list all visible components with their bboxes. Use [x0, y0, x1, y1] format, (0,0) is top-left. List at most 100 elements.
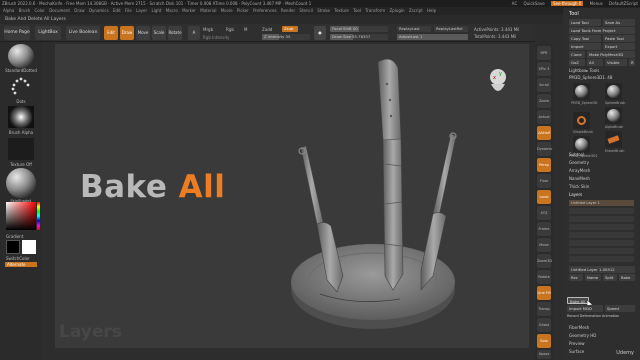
move-button[interactable]: Move [136, 26, 150, 40]
solo-button[interactable]: Solo [537, 334, 551, 348]
layer-name-button[interactable]: Name [585, 274, 601, 281]
menu-zscript[interactable]: Zscript [409, 8, 423, 13]
menu-tool[interactable]: Tool [353, 8, 361, 13]
save-as-button[interactable]: Save As [603, 19, 635, 26]
move-view-button[interactable]: Move [537, 238, 551, 252]
texture-preview-icon[interactable] [8, 138, 34, 160]
record-deformation-button[interactable]: Record Deformation Animation [567, 314, 619, 318]
scale-button[interactable]: Scale [152, 26, 166, 40]
frame-button[interactable]: Frame [537, 222, 551, 236]
menu-stencil[interactable]: Stencil [299, 8, 313, 13]
default-zscript-button[interactable]: DefaultZScript [609, 1, 638, 6]
menu-draw[interactable]: Draw [74, 8, 84, 13]
rgb-button[interactable]: Rgb [226, 27, 234, 32]
layer-rec-button[interactable]: Rec [569, 274, 583, 281]
alternate-button[interactable]: Alternate [5, 262, 37, 267]
live-boolean-button[interactable]: Live Boolean [66, 26, 100, 40]
nanomesh-section[interactable]: NanoMesh [569, 176, 590, 181]
menu-movie[interactable]: Movie [221, 8, 233, 13]
zoom3d-button[interactable]: Zoom3D [537, 254, 552, 268]
scroll-button[interactable]: Scroll [537, 78, 551, 92]
focal-shift-slider[interactable]: Focal Shift 00 [330, 26, 388, 32]
paste-tool-button[interactable]: Paste Tool [603, 35, 635, 42]
menu-layer[interactable]: Layer [136, 8, 147, 13]
zoom-button[interactable]: Zoom [537, 94, 551, 108]
layer-bake-button[interactable]: Bake [619, 274, 635, 281]
rotate-button[interactable]: Rotate [168, 26, 182, 40]
goz-button[interactable]: GoZ [569, 59, 585, 66]
replay-last-rel-button[interactable]: ReplayLastRel [434, 26, 468, 32]
fibermesh-section[interactable]: FiberMesh [569, 325, 589, 330]
r-button[interactable]: R [629, 59, 635, 66]
preview-section[interactable]: Preview [569, 341, 585, 346]
canvas-viewport[interactable]: x y Bake All Layers [55, 44, 529, 348]
rgb-intensity-slider[interactable]: Rgb Intensity [203, 35, 230, 40]
make-polymesh3d-button[interactable]: Make PolyMesh3D [587, 51, 635, 58]
menu-document[interactable]: Document [49, 8, 70, 13]
speed-slider[interactable]: Speed [605, 305, 635, 312]
menu-brush[interactable]: Brush [19, 8, 31, 13]
ac-button[interactable]: AC [512, 1, 517, 6]
surface-section[interactable]: Surface [569, 349, 584, 354]
thick-skin-section[interactable]: Thick Skin [569, 184, 589, 189]
layer-row[interactable] [569, 208, 634, 214]
main-color-swatch[interactable] [22, 240, 36, 254]
clone-button[interactable]: Clone [569, 51, 585, 58]
import-button[interactable]: Import [569, 43, 601, 50]
adjust-last-slider[interactable]: AdjustLast 1 [397, 34, 468, 40]
menu-color[interactable]: Color [34, 8, 44, 13]
tool-thumb-sphere3d[interactable] [573, 83, 590, 100]
bpr-button[interactable]: BPR [537, 46, 551, 60]
m-button[interactable]: M [244, 27, 247, 32]
all-button[interactable]: All [587, 59, 603, 66]
rotate-view-button[interactable]: Rotate [537, 270, 551, 284]
layer-row[interactable] [569, 224, 634, 230]
zsub-button[interactable]: Zsub [282, 26, 298, 32]
color-picker[interactable] [6, 202, 40, 230]
transp-button[interactable]: Transp [537, 302, 551, 316]
persp-button[interactable]: Persp [537, 158, 551, 172]
tool-thumb-eraserbrush[interactable] [605, 131, 622, 148]
menu-preferences[interactable]: Preferences [253, 8, 277, 13]
xpose-button[interactable]: Xpose [537, 350, 551, 359]
layer-row[interactable] [569, 232, 634, 238]
draw-size-slider[interactable]: Draw Size 55.76337 [330, 34, 388, 40]
load-tools-from-project-button[interactable]: Load Tools From Project [569, 27, 635, 34]
menu-transform[interactable]: Transform [365, 8, 385, 13]
mrgb-button[interactable]: Mrgb [203, 27, 213, 32]
quicksave-button[interactable]: QuickSave [524, 1, 545, 6]
see-through-slider[interactable]: See-through 0 [550, 1, 584, 6]
menu-marker[interactable]: Marker [182, 8, 196, 13]
xyz-button[interactable]: XYZ [537, 206, 551, 220]
subtool-section[interactable]: Subtool [569, 152, 584, 157]
zadd-button[interactable]: Zadd [262, 27, 272, 32]
menu-file[interactable]: File [125, 8, 132, 13]
line-fill-button[interactable]: Line Fill [537, 286, 551, 300]
lightbox-button[interactable]: LightBox [35, 26, 61, 40]
export-button[interactable]: Export [603, 43, 635, 50]
layer-row[interactable] [569, 216, 634, 222]
layer-row-selected[interactable]: Untitled Layer 1 [569, 200, 634, 206]
menu-alpha[interactable]: Alpha [3, 8, 14, 13]
layer-row[interactable] [569, 248, 634, 254]
navigation-head-icon[interactable]: x y [487, 68, 509, 98]
brush-preview-icon[interactable] [8, 44, 34, 68]
edit-button[interactable]: Edit [104, 26, 118, 40]
menu-stroke[interactable]: Stroke [317, 8, 330, 13]
menu-macro[interactable]: Macro [166, 8, 178, 13]
lightbox-tools-link[interactable]: Lightbox▸ Tools [569, 68, 599, 73]
menu-zplugin[interactable]: Zplugin [389, 8, 404, 13]
alpha-preview-icon[interactable] [8, 106, 34, 128]
import-mdd-button[interactable]: Import MDD [567, 305, 603, 312]
layer-row[interactable] [569, 240, 634, 246]
visible-button[interactable]: Visible [605, 59, 627, 66]
home-page-button[interactable]: Home Page [4, 26, 30, 40]
menus-button[interactable]: Menus [590, 1, 603, 6]
menu-material[interactable]: Material [200, 8, 216, 13]
menu-render[interactable]: Render [281, 8, 295, 13]
load-tool-button[interactable]: Load Tool [569, 19, 601, 26]
ghost-button[interactable]: Ghost [537, 318, 551, 332]
z-intensity-slider[interactable]: Z Intensity 35 [262, 34, 310, 40]
a-mode-button[interactable]: A [188, 26, 200, 40]
actual-button[interactable]: Actual [537, 110, 551, 124]
